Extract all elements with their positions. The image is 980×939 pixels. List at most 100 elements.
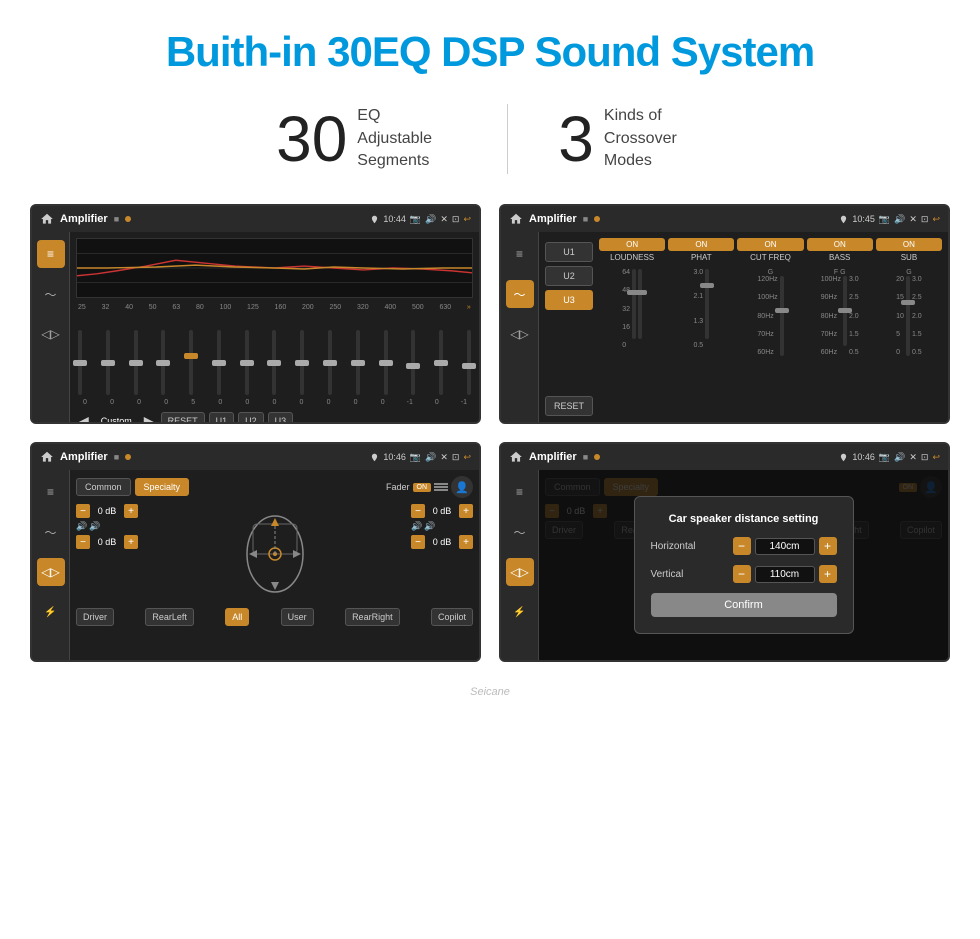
screen-body-3: ≡ 〜 ◁▷ ⚡ Common Specialty Fader ON [32,470,479,660]
vol-plus-fr[interactable]: + [459,504,473,518]
preset-u3[interactable]: U3 [545,290,593,310]
watermark: Seicane [0,682,980,708]
reset-btn-2[interactable]: RESET [545,396,593,416]
status-dot-2 [594,216,600,222]
main-area-2: U1 U2 U3 RESET ON LOUDNESS [539,232,948,422]
u2-btn-1[interactable]: U2 [238,412,264,424]
vol-row-rl: − 0 dB + [76,535,138,549]
vertical-label: Vertical [651,569,684,580]
wave-icon-2[interactable]: 〜 [506,280,534,308]
main-area-1: 25 32 40 50 63 80 100 125 160 200 250 32… [70,232,479,422]
time-4: 10:46 [852,452,875,462]
bt-icon-4[interactable]: ⚡ [506,598,534,626]
home-icon-1 [40,212,54,226]
home-icon-2 [509,212,523,226]
vol-row-rr: − 0 dB + [411,535,473,549]
app-name-3: Amplifier [60,451,108,463]
app-name-1: Amplifier [60,213,108,225]
loudness-toggle[interactable]: ON [599,238,665,251]
tab-common-3[interactable]: Common [76,478,131,496]
wave-icon-4[interactable]: 〜 [506,518,534,546]
reset-btn-1[interactable]: RESET [161,412,205,424]
vol-plus-rr[interactable]: + [459,535,473,549]
page-title: Buith-in 30EQ DSP Sound System [0,0,980,94]
bass-toggle[interactable]: ON [807,238,873,251]
screen-crossover: Amplifier ■ 10:45 📷 🔊 ✕ ⊡ ↩ ≡ 〜 ◁▷ [499,204,950,424]
screen-body-2: ≡ 〜 ◁▷ U1 U2 U3 RESET [501,232,948,422]
eq-icon[interactable]: ≡ [37,240,65,268]
vol-row-fr: − 0 dB + [411,504,473,518]
eq-next-btn[interactable]: ▶ [142,413,157,425]
sidebar-4: ≡ 〜 ◁▷ ⚡ [501,470,539,660]
vertical-minus-btn[interactable]: − [733,565,751,583]
home-icon-3 [40,450,54,464]
status-bar-2: Amplifier ■ 10:45 📷 🔊 ✕ ⊡ ↩ [501,206,948,232]
pos-all[interactable]: All [225,608,249,626]
bt-icon-3[interactable]: ⚡ [37,598,65,626]
eq-slider-0 [78,330,82,395]
pos-driver[interactable]: Driver [76,608,114,626]
vol-minus-rl[interactable]: − [76,535,90,549]
preset-u1[interactable]: U1 [545,242,593,262]
wave-icon[interactable]: 〜 [37,280,65,308]
eq-bottom-bar: ◀ Custom ▶ RESET U1 U2 U3 [76,412,473,424]
vol-minus-fr[interactable]: − [411,504,425,518]
wave-icon-3[interactable]: 〜 [37,518,65,546]
screenshots-grid: Amplifier ■ 10:44 📷 🔊 ✕ ⊡ ↩ ≡ 〜 ◁▷ [0,204,980,682]
vol-icon-3[interactable]: ◁▷ [37,558,65,586]
vol-plus-fl[interactable]: + [124,504,138,518]
time-1: 10:44 [383,214,406,224]
horizontal-plus-btn[interactable]: + [819,537,837,555]
pos-rearleft[interactable]: RearLeft [145,608,194,626]
main-area-3: Common Specialty Fader ON 👤 [70,470,479,660]
dialog-horizontal-row: Horizontal − 140cm + [651,537,837,555]
dialog-overlay: Car speaker distance setting Horizontal … [539,470,948,660]
cutfreq-toggle[interactable]: ON [737,238,803,251]
u3-btn-1[interactable]: U3 [268,412,294,424]
horizontal-value: 140cm [755,538,815,555]
vol-minus-rr[interactable]: − [411,535,425,549]
pin-icon-1 [370,215,379,224]
eq-icon-4[interactable]: ≡ [506,478,534,506]
pos-copilot[interactable]: Copilot [431,608,473,626]
eq-sliders-row [76,315,473,395]
pos-rearright[interactable]: RearRight [345,608,400,626]
sub-toggle[interactable]: ON [876,238,942,251]
status-dot-4 [594,454,600,460]
stats-row: 30 EQ AdjustableSegments 3 Kinds ofCross… [0,94,980,204]
sidebar-1: ≡ 〜 ◁▷ [32,232,70,422]
status-dot-3 [125,454,131,460]
app-name-2: Amplifier [529,213,577,225]
eq-icon-2[interactable]: ≡ [506,240,534,268]
eq-graph [76,238,473,298]
status-bar-3: Amplifier ■ 10:46 📷 🔊 ✕ ⊡ ↩ [32,444,479,470]
pos-user[interactable]: User [281,608,314,626]
tab-specialty-3[interactable]: Specialty [135,478,190,496]
eq-value-labels: 0 0 0 0 5 0 0 0 0 0 0 0 -1 0 -1 [76,399,473,406]
eq-prev-btn[interactable]: ◀ [76,413,91,425]
vol-icon-4[interactable]: ◁▷ [506,558,534,586]
confirm-button[interactable]: Confirm [651,593,837,617]
pin-icon-3 [370,453,379,462]
phat-toggle[interactable]: ON [668,238,734,251]
preset-u2[interactable]: U2 [545,266,593,286]
u1-btn-1[interactable]: U1 [209,412,235,424]
vol-icon-2[interactable]: ◁▷ [506,320,534,348]
sidebar-2: ≡ 〜 ◁▷ [501,232,539,422]
stat-crossover-label: Kinds ofCrossover Modes [604,105,704,172]
vertical-plus-btn[interactable]: + [819,565,837,583]
vol-plus-rl[interactable]: + [124,535,138,549]
vol-row-fl: − 0 dB + [76,504,138,518]
eq-icon-3[interactable]: ≡ [37,478,65,506]
vol-minus-fl[interactable]: − [76,504,90,518]
preset-col: U1 U2 U3 RESET [545,238,593,416]
screen-speaker: Amplifier ■ 10:46 📷 🔊 ✕ ⊡ ↩ ≡ 〜 ◁▷ ⚡ [30,442,481,662]
person-icon-3: 👤 [451,476,473,498]
vol-icon[interactable]: ◁▷ [37,320,65,348]
fader-on-3: ON [413,483,432,492]
horizontal-minus-btn[interactable]: − [733,537,751,555]
screen-eq: Amplifier ■ 10:44 📷 🔊 ✕ ⊡ ↩ ≡ 〜 ◁▷ [30,204,481,424]
eq-freq-labels: 25 32 40 50 63 80 100 125 160 200 250 32… [76,304,473,311]
time-2: 10:45 [852,214,875,224]
stat-eq: 30 EQ AdjustableSegments [226,105,507,172]
